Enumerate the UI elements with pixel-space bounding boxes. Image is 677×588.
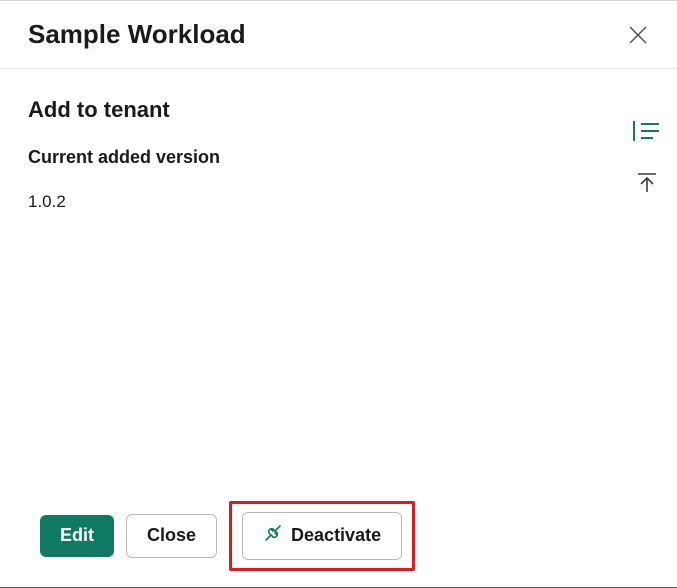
close-icon[interactable] (627, 24, 649, 46)
scroll-top-icon[interactable] (635, 171, 659, 195)
list-icon[interactable] (633, 119, 661, 143)
panel-title: Sample Workload (28, 19, 246, 50)
version-value: 1.0.2 (28, 192, 649, 212)
right-rail (633, 119, 661, 195)
footer-actions: Edit Close Deactivate (40, 501, 415, 571)
deactivate-highlight: Deactivate (229, 501, 415, 571)
panel-content: Add to tenant Current added version 1.0.… (0, 69, 677, 212)
deactivate-label: Deactivate (291, 525, 381, 547)
version-label: Current added version (28, 147, 649, 168)
edit-button[interactable]: Edit (40, 515, 114, 557)
close-button[interactable]: Close (126, 514, 217, 558)
panel-header: Sample Workload (0, 1, 677, 69)
plug-disconnected-icon (263, 523, 283, 549)
deactivate-button[interactable]: Deactivate (242, 512, 402, 560)
section-title: Add to tenant (28, 97, 649, 123)
